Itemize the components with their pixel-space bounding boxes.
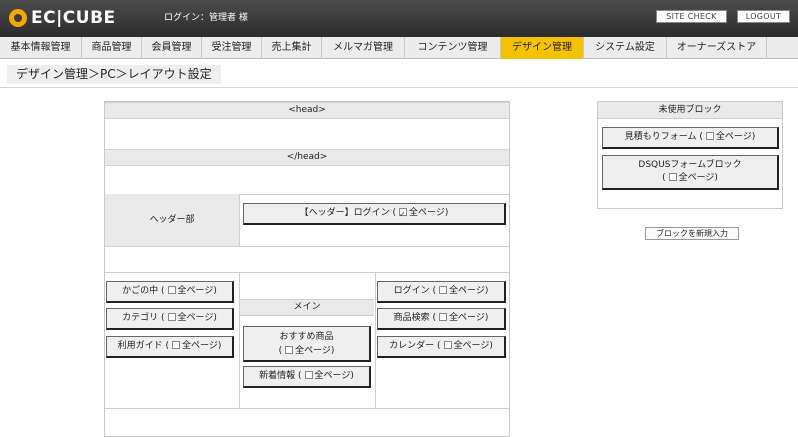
all-pages-label: 全ページ: [314, 371, 351, 381]
block-name: 新着情報: [259, 371, 296, 381]
head-close-bar: </head>: [105, 149, 509, 166]
nav-item-sales[interactable]: 売上集計: [262, 37, 322, 59]
all-pages-label: 全ページ: [453, 341, 490, 351]
all-pages-checkbox[interactable]: [172, 341, 181, 349]
block-name: おすすめ商品: [279, 332, 334, 342]
site-check-button[interactable]: SITE CHECK: [656, 10, 727, 23]
head-open-bar: <head>: [105, 102, 509, 119]
all-pages-checkbox[interactable]: [443, 341, 452, 349]
divider: [375, 272, 376, 408]
main-nav: 基本情報管理 商品管理 会員管理 受注管理 売上集計 メルマガ管理 コンテンツ管…: [0, 37, 798, 59]
all-pages-checkbox[interactable]: [285, 346, 294, 354]
product-search-block[interactable]: 商品検索 (全ページ): [377, 308, 506, 330]
header-section-label: ヘッダー部: [105, 194, 239, 246]
nav-item-owners-store[interactable]: オーナーズストア: [667, 37, 767, 59]
logout-button[interactable]: LOGOUT: [737, 10, 790, 23]
unused-blocks-title: 未使用ブロック: [598, 102, 782, 119]
cart-block[interactable]: かごの中 (全ページ): [106, 281, 234, 303]
block-name: 見積もりフォーム: [624, 132, 697, 142]
guide-block[interactable]: 利用ガイド (全ページ): [106, 336, 234, 358]
ec-cube-logo[interactable]: EC|CUBE: [9, 8, 116, 28]
divider: [105, 408, 509, 409]
category-block[interactable]: カテゴリ (全ページ): [106, 308, 234, 330]
nav-item-orders[interactable]: 受注管理: [202, 37, 262, 59]
all-pages-label: 全ページ: [449, 286, 485, 296]
divider: [239, 194, 240, 246]
all-pages-label: 全ページ: [182, 341, 218, 351]
block-name: カレンダー: [389, 341, 435, 351]
divider: [105, 246, 509, 247]
all-pages-label: 全ページ: [177, 286, 214, 296]
header-login-block[interactable]: 【ヘッダー】ログイン (全ページ): [243, 203, 506, 225]
block-name: 利用ガイド: [117, 341, 163, 351]
all-pages-checkbox[interactable]: [439, 313, 448, 321]
nav-item-members[interactable]: 会員管理: [142, 37, 202, 59]
nav-item-mailmag[interactable]: メルマガ管理: [322, 37, 405, 59]
all-pages-label: 全ページ: [449, 313, 485, 323]
all-pages-checkbox[interactable]: [705, 132, 714, 140]
top-header: EC|CUBE ログイン：管理者 様 SITE CHECK LOGOUT: [0, 0, 798, 37]
nav-item-products[interactable]: 商品管理: [82, 37, 142, 59]
logo-text: EC|CUBE: [31, 8, 116, 28]
divider: [105, 272, 509, 273]
block-options: (全ページ): [278, 346, 335, 356]
dsqus-form-block[interactable]: DSQUSフォームブロック (全ページ): [602, 155, 779, 190]
all-pages-label: 全ページ: [295, 346, 331, 356]
all-pages-checkbox[interactable]: [167, 286, 176, 294]
all-pages-label: 全ページ: [409, 208, 445, 218]
nav-item-contents[interactable]: コンテンツ管理: [405, 37, 501, 59]
all-pages-label: 全ページ: [177, 313, 214, 323]
block-name: カテゴリ: [122, 313, 159, 323]
page-title: デザイン管理＞PC＞レイアウト設定: [7, 65, 221, 84]
divider: [239, 272, 240, 408]
new-block-button[interactable]: ブロックを新規入力: [645, 227, 739, 240]
block-name: ログイン: [393, 286, 430, 296]
nav-item-system[interactable]: システム設定: [584, 37, 667, 59]
block-name: DSQUSフォームブロック: [638, 160, 742, 170]
all-pages-checkbox[interactable]: [304, 371, 313, 379]
all-pages-checkbox[interactable]: [439, 286, 448, 294]
news-block[interactable]: 新着情報 (全ページ): [243, 366, 371, 388]
all-pages-checkbox[interactable]: [668, 173, 677, 181]
main-section-label: メイン: [240, 299, 374, 316]
all-pages-label: 全ページ: [678, 173, 715, 183]
nav-item-basic-info[interactable]: 基本情報管理: [0, 37, 82, 59]
all-pages-checkbox[interactable]: [167, 313, 176, 321]
block-options: (全ページ): [662, 173, 718, 183]
block-name: 【ヘッダー】ログイン: [299, 208, 390, 218]
all-pages-label: 全ページ: [715, 132, 752, 142]
all-pages-checkbox[interactable]: [399, 205, 408, 224]
block-name: 商品検索: [393, 313, 430, 323]
breadcrumb: デザイン管理＞PC＞レイアウト設定: [0, 59, 798, 88]
recommend-block[interactable]: おすすめ商品 (全ページ): [243, 326, 371, 362]
logo-mark-icon: [9, 9, 27, 27]
login-info: ログイン：管理者 様: [164, 13, 248, 23]
login-block[interactable]: ログイン (全ページ): [377, 281, 506, 303]
nav-item-design[interactable]: デザイン管理: [501, 37, 584, 59]
block-name: かごの中: [122, 286, 159, 296]
estimate-form-block[interactable]: 見積もりフォーム (全ページ): [602, 127, 779, 149]
calendar-block[interactable]: カレンダー (全ページ): [377, 336, 506, 358]
